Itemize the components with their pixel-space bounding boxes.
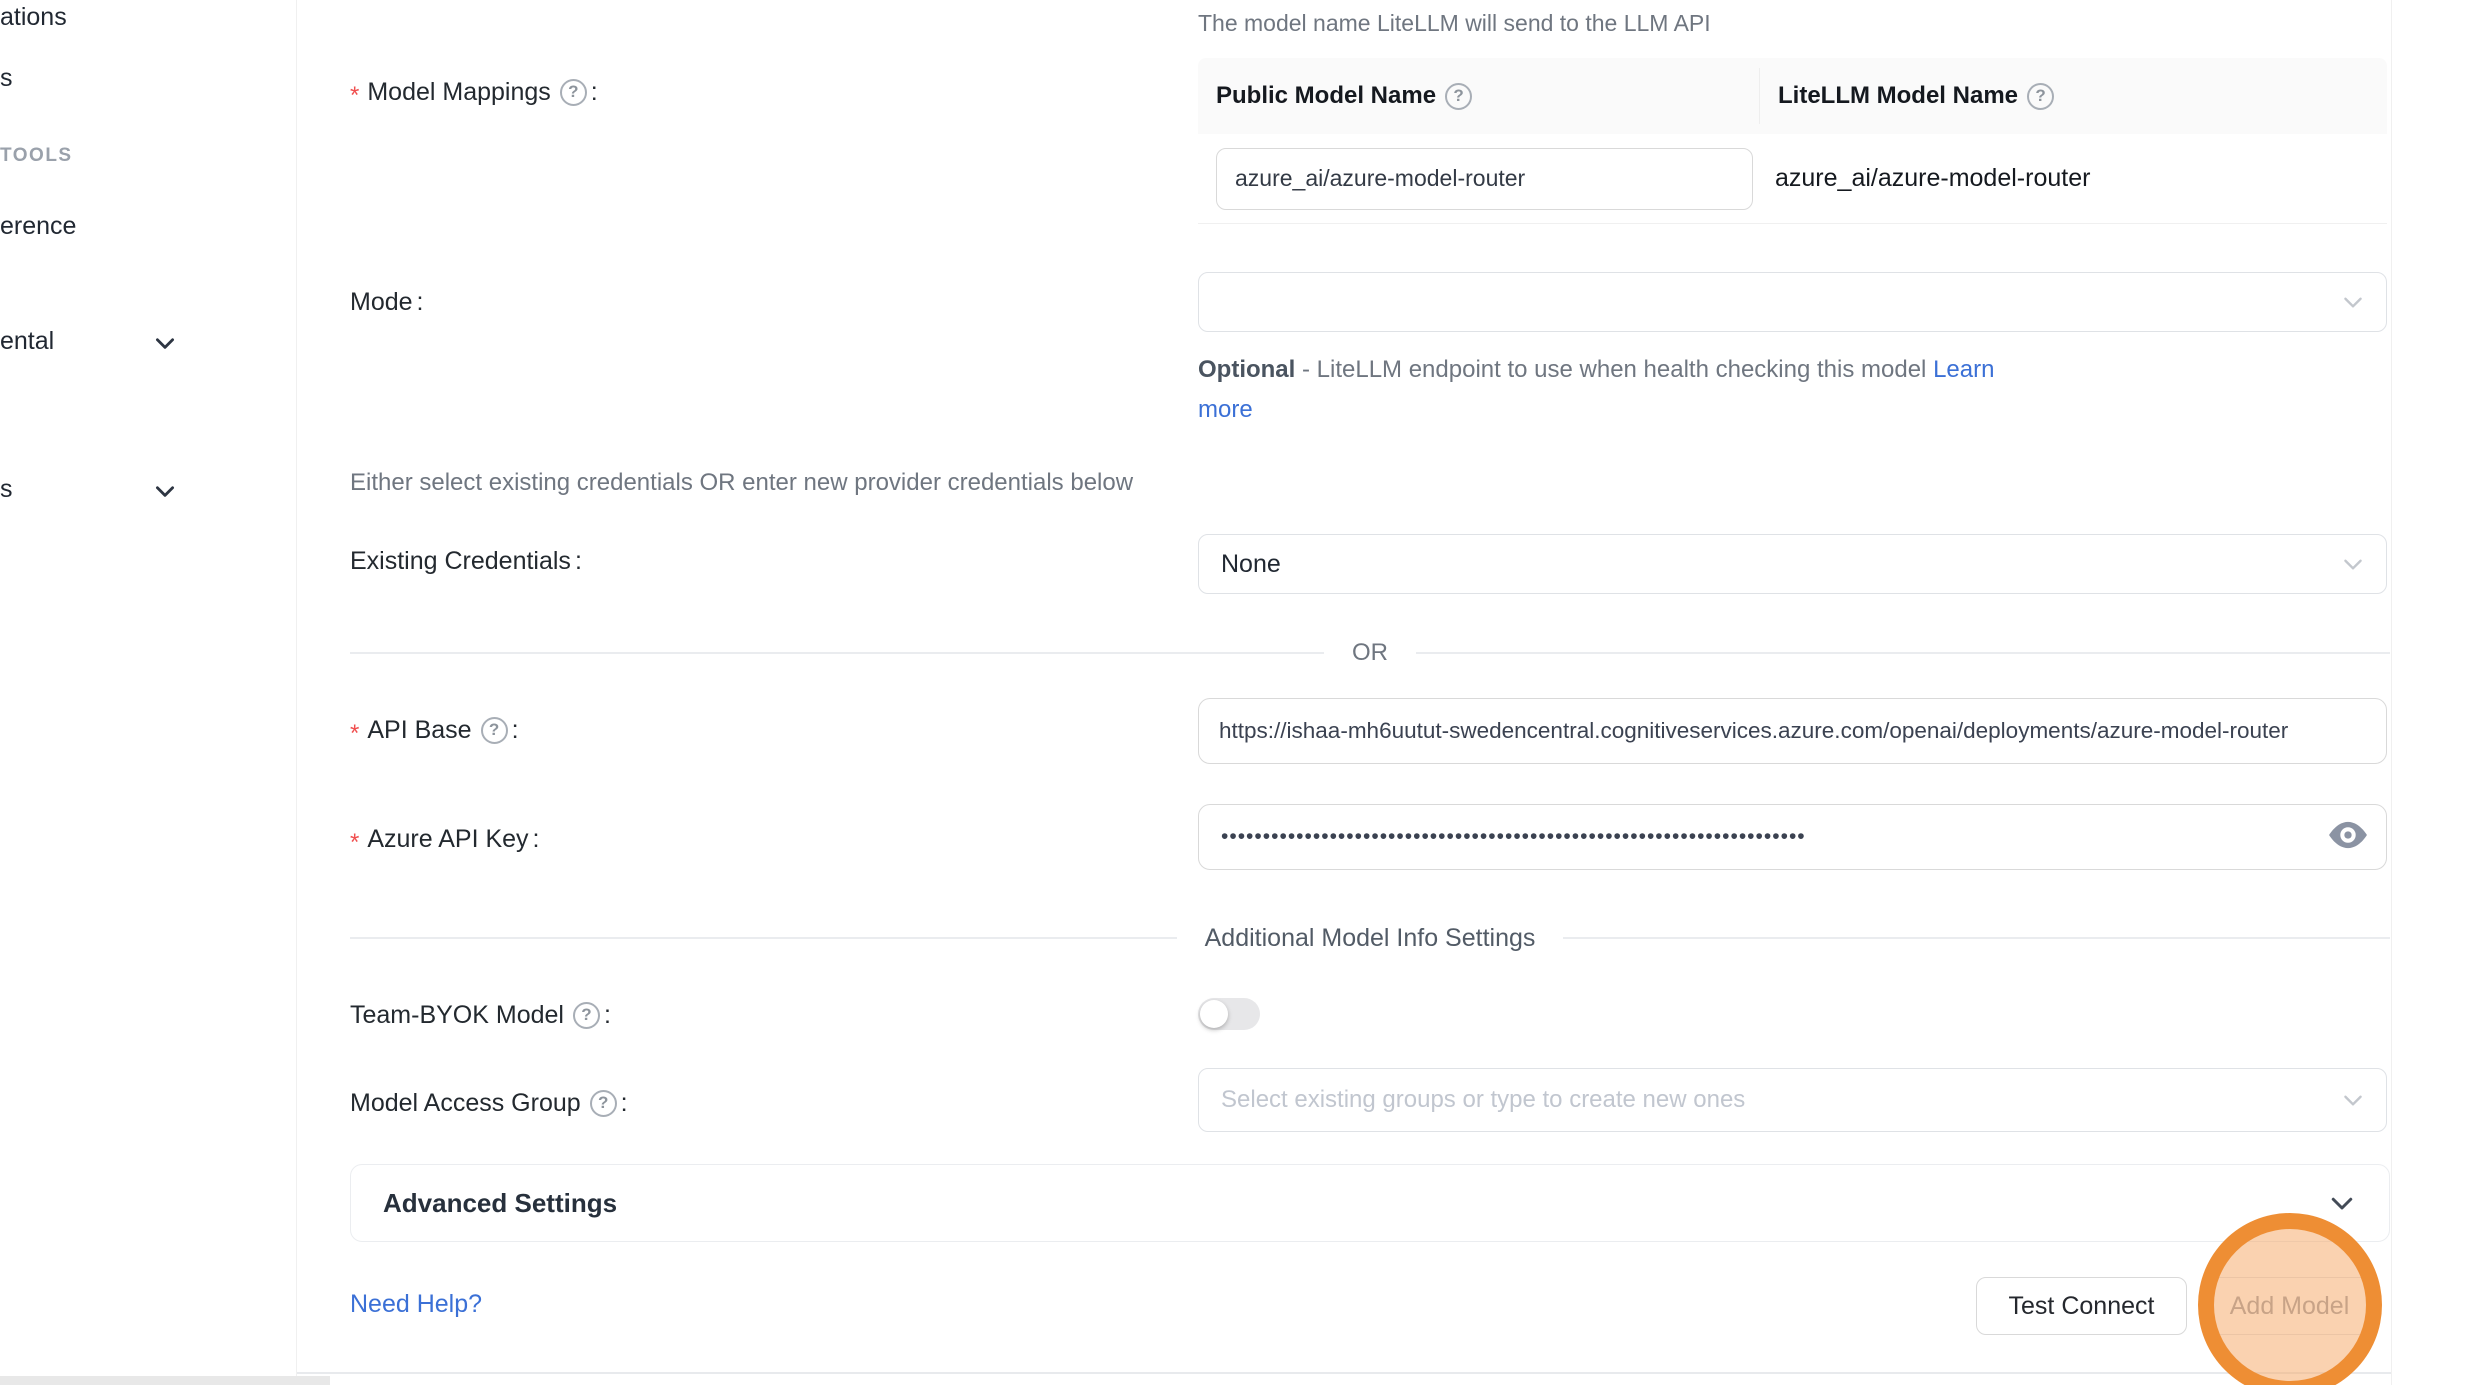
existing-credentials-select[interactable]: None xyxy=(1198,534,2387,594)
eye-icon xyxy=(2327,839,2369,854)
table-row: azure_ai/azure-model-router xyxy=(1198,134,2387,224)
team-byok-toggle[interactable] xyxy=(1198,998,1260,1030)
chevron-down-icon[interactable] xyxy=(152,478,178,504)
help-question-icon[interactable]: ? xyxy=(573,1002,600,1029)
help-question-icon[interactable]: ? xyxy=(590,1090,617,1117)
public-model-name-input[interactable] xyxy=(1216,148,1753,210)
chevron-down-icon xyxy=(2340,289,2366,315)
sidebar-item-users[interactable]: s xyxy=(0,63,13,93)
azure-api-key-label: * Azure API Key: xyxy=(350,823,540,855)
advanced-settings-panel[interactable]: Advanced Settings xyxy=(350,1164,2390,1242)
existing-credentials-value: None xyxy=(1221,550,1281,579)
required-asterisk: * xyxy=(350,718,359,750)
chevron-down-icon xyxy=(2327,1188,2357,1218)
column-header-public-model-name: Public Model Name ? xyxy=(1198,68,1760,124)
chevron-down-icon[interactable] xyxy=(152,330,178,356)
toggle-knob xyxy=(1200,1000,1228,1028)
model-access-group-placeholder: Select existing groups or type to create… xyxy=(1221,1086,1745,1114)
sidebar-item-experimental[interactable]: ental xyxy=(0,326,54,356)
add-model-button[interactable]: Add Model xyxy=(2209,1277,2370,1335)
table-header-row: Public Model Name ? LiteLLM Model Name ? xyxy=(1198,58,2387,134)
litellm-model-name-help: The model name LiteLLM will send to the … xyxy=(1198,8,1711,38)
sidebar-section-tools: TOOLS xyxy=(0,144,73,168)
need-help-link[interactable]: Need Help? xyxy=(350,1290,482,1319)
mode-select[interactable] xyxy=(1198,272,2387,332)
sidebar-item-organizations[interactable]: ations xyxy=(0,2,67,32)
existing-credentials-label: Existing Credentials: xyxy=(350,545,582,577)
required-asterisk: * xyxy=(350,827,359,859)
card-right-border xyxy=(2391,0,2392,1385)
azure-api-key-input[interactable] xyxy=(1198,804,2387,870)
azure-api-key-field xyxy=(1198,804,2387,870)
model-mappings-table: Public Model Name ? LiteLLM Model Name ?… xyxy=(1198,58,2387,224)
sidebar-item-reference[interactable]: erence xyxy=(0,211,76,241)
sidebar-bottom-strip xyxy=(0,1376,330,1385)
help-question-icon[interactable]: ? xyxy=(560,79,587,106)
model-mappings-label: * Model Mappings ? : xyxy=(350,76,598,108)
litellm-model-name-value: azure_ai/azure-model-router xyxy=(1760,164,2387,193)
api-base-label: * API Base ? : xyxy=(350,714,519,746)
add-model-page: ations s TOOLS erence ental s The model … xyxy=(0,0,2477,1385)
help-question-icon[interactable]: ? xyxy=(1445,83,1472,110)
column-header-litellm-model-name: LiteLLM Model Name ? xyxy=(1760,82,2387,110)
chevron-down-icon xyxy=(2340,1087,2366,1113)
additional-model-info-divider: Additional Model Info Settings xyxy=(350,925,2390,951)
model-access-group-label: Model Access Group ? : xyxy=(350,1087,628,1119)
sidebar-item-settings[interactable]: s xyxy=(0,474,13,504)
sidebar: ations s TOOLS erence ental s xyxy=(0,0,297,1385)
required-asterisk: * xyxy=(350,80,359,112)
advanced-settings-title: Advanced Settings xyxy=(383,1188,617,1219)
help-question-icon[interactable]: ? xyxy=(2027,83,2054,110)
help-question-icon[interactable]: ? xyxy=(481,717,508,744)
model-access-group-select[interactable]: Select existing groups or type to create… xyxy=(1198,1068,2387,1132)
mode-label: Mode: xyxy=(350,286,424,318)
test-connect-button[interactable]: Test Connect xyxy=(1976,1277,2187,1335)
credentials-note: Either select existing credentials OR en… xyxy=(350,468,1133,498)
or-divider: OR xyxy=(350,640,2390,666)
chevron-down-icon xyxy=(2340,551,2366,577)
team-byok-label: Team-BYOK Model ? : xyxy=(350,999,611,1031)
card-bottom-divider xyxy=(297,1372,2391,1374)
toggle-password-visibility-button[interactable] xyxy=(2327,819,2369,853)
api-base-input[interactable] xyxy=(1198,698,2387,764)
mode-help-text: Optional - LiteLLM endpoint to use when … xyxy=(1198,350,2018,430)
